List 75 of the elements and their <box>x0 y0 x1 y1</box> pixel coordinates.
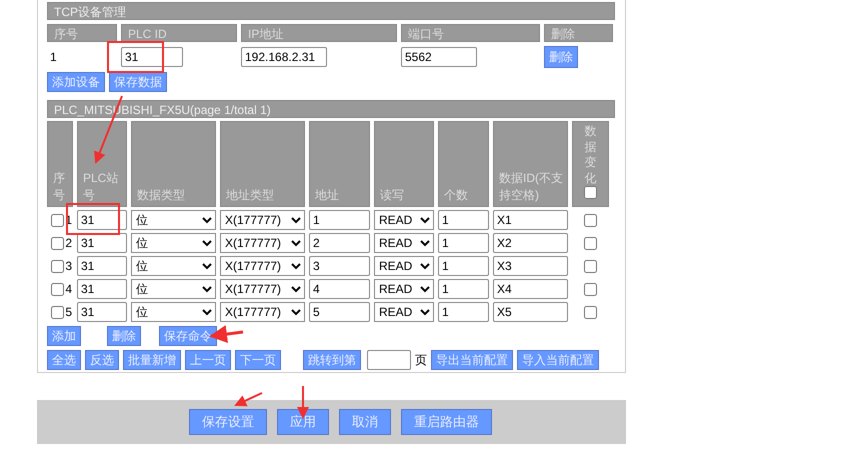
input-field[interactable]: 31 <box>77 256 127 276</box>
input-field[interactable]: 31 <box>77 233 127 253</box>
dropdown[interactable]: READ <box>374 256 434 276</box>
input-field[interactable]: 4 <box>309 279 370 299</box>
input-field[interactable]: 31 <box>121 47 183 67</box>
column-header: 数据类型 <box>137 187 185 204</box>
checkbox[interactable] <box>584 282 597 296</box>
input-field[interactable]: 1 <box>438 279 489 299</box>
row-number: 4 <box>64 282 73 296</box>
dropdown[interactable]: READ <box>374 233 434 253</box>
checkbox[interactable] <box>51 283 64 296</box>
column-header: 个数 <box>444 187 468 204</box>
checkbox[interactable] <box>51 237 64 250</box>
highlight-box <box>107 41 164 73</box>
dropdown[interactable]: X(177777) <box>220 233 305 253</box>
input-field[interactable]: 31 <box>77 210 127 230</box>
input-field[interactable]: 192.168.2.31 <box>241 47 327 67</box>
dropdown[interactable]: 位 <box>131 302 216 322</box>
column-header: 序号 <box>47 24 117 42</box>
checkbox[interactable] <box>584 214 597 226</box>
input-field[interactable]: 31 <box>77 302 127 322</box>
input-field[interactable]: 5 <box>309 302 370 322</box>
input-field[interactable]: 1 <box>438 233 489 253</box>
checkbox[interactable] <box>584 260 597 272</box>
input-field[interactable]: 1 <box>309 210 370 230</box>
highlight-box <box>66 203 120 235</box>
checkbox[interactable] <box>584 186 597 200</box>
dropdown[interactable]: X(177777) <box>220 302 305 322</box>
input-field[interactable]: X5 <box>493 302 568 322</box>
dropdown[interactable]: READ <box>374 210 434 230</box>
dropdown[interactable]: READ <box>374 279 434 299</box>
row-number: 5 <box>64 305 73 319</box>
input-field[interactable]: X4 <box>493 279 568 299</box>
column-header: 端口号 <box>401 24 540 42</box>
arrow <box>234 392 262 406</box>
dropdown[interactable]: 位 <box>131 210 216 230</box>
checkbox[interactable] <box>51 306 64 319</box>
input-field[interactable]: 1 <box>438 302 489 322</box>
input-field[interactable]: 5562 <box>401 47 477 67</box>
checkbox[interactable] <box>51 260 64 273</box>
dropdown[interactable]: X(177777) <box>220 210 305 230</box>
section-title: TCP设备管理 <box>47 2 615 20</box>
input-field[interactable]: 2 <box>309 233 370 253</box>
page-label: 页 <box>415 352 427 368</box>
input-field[interactable]: X2 <box>493 233 568 253</box>
column-header: PLC ID <box>121 24 237 42</box>
input-field[interactable] <box>367 350 411 370</box>
column-header: PLC站号 <box>83 170 120 204</box>
input-field[interactable]: X1 <box>493 210 568 230</box>
column-header: 读写 <box>380 187 404 204</box>
dropdown[interactable]: X(177777) <box>220 279 305 299</box>
input-field[interactable]: 1 <box>438 210 489 230</box>
column-header: 地址类型 <box>226 187 274 204</box>
column-header: IP地址 <box>241 24 397 42</box>
checkbox[interactable] <box>584 236 597 250</box>
column-header: 地址 <box>315 187 339 204</box>
dropdown[interactable]: 位 <box>131 233 216 253</box>
arrow <box>209 325 244 343</box>
input-field[interactable]: 31 <box>77 279 127 299</box>
column-header: 序号 <box>53 170 66 204</box>
dropdown[interactable]: READ <box>374 302 434 322</box>
table-cell-text: 1 <box>49 50 58 64</box>
row-number: 3 <box>64 259 73 273</box>
input-field[interactable]: X3 <box>493 256 568 276</box>
dropdown[interactable]: 位 <box>131 279 216 299</box>
column-header: 删除 <box>544 24 613 42</box>
column-header: 数据ID(不支持空格) <box>499 170 564 204</box>
input-field[interactable]: 1 <box>438 256 489 276</box>
dropdown[interactable]: X(177777) <box>220 256 305 276</box>
row-number: 2 <box>64 236 73 250</box>
checkbox[interactable] <box>51 214 64 227</box>
dropdown[interactable]: 位 <box>131 256 216 276</box>
input-field[interactable]: 3 <box>309 256 370 276</box>
column-header: 数据变化 <box>584 124 596 186</box>
checkbox[interactable] <box>584 306 597 318</box>
